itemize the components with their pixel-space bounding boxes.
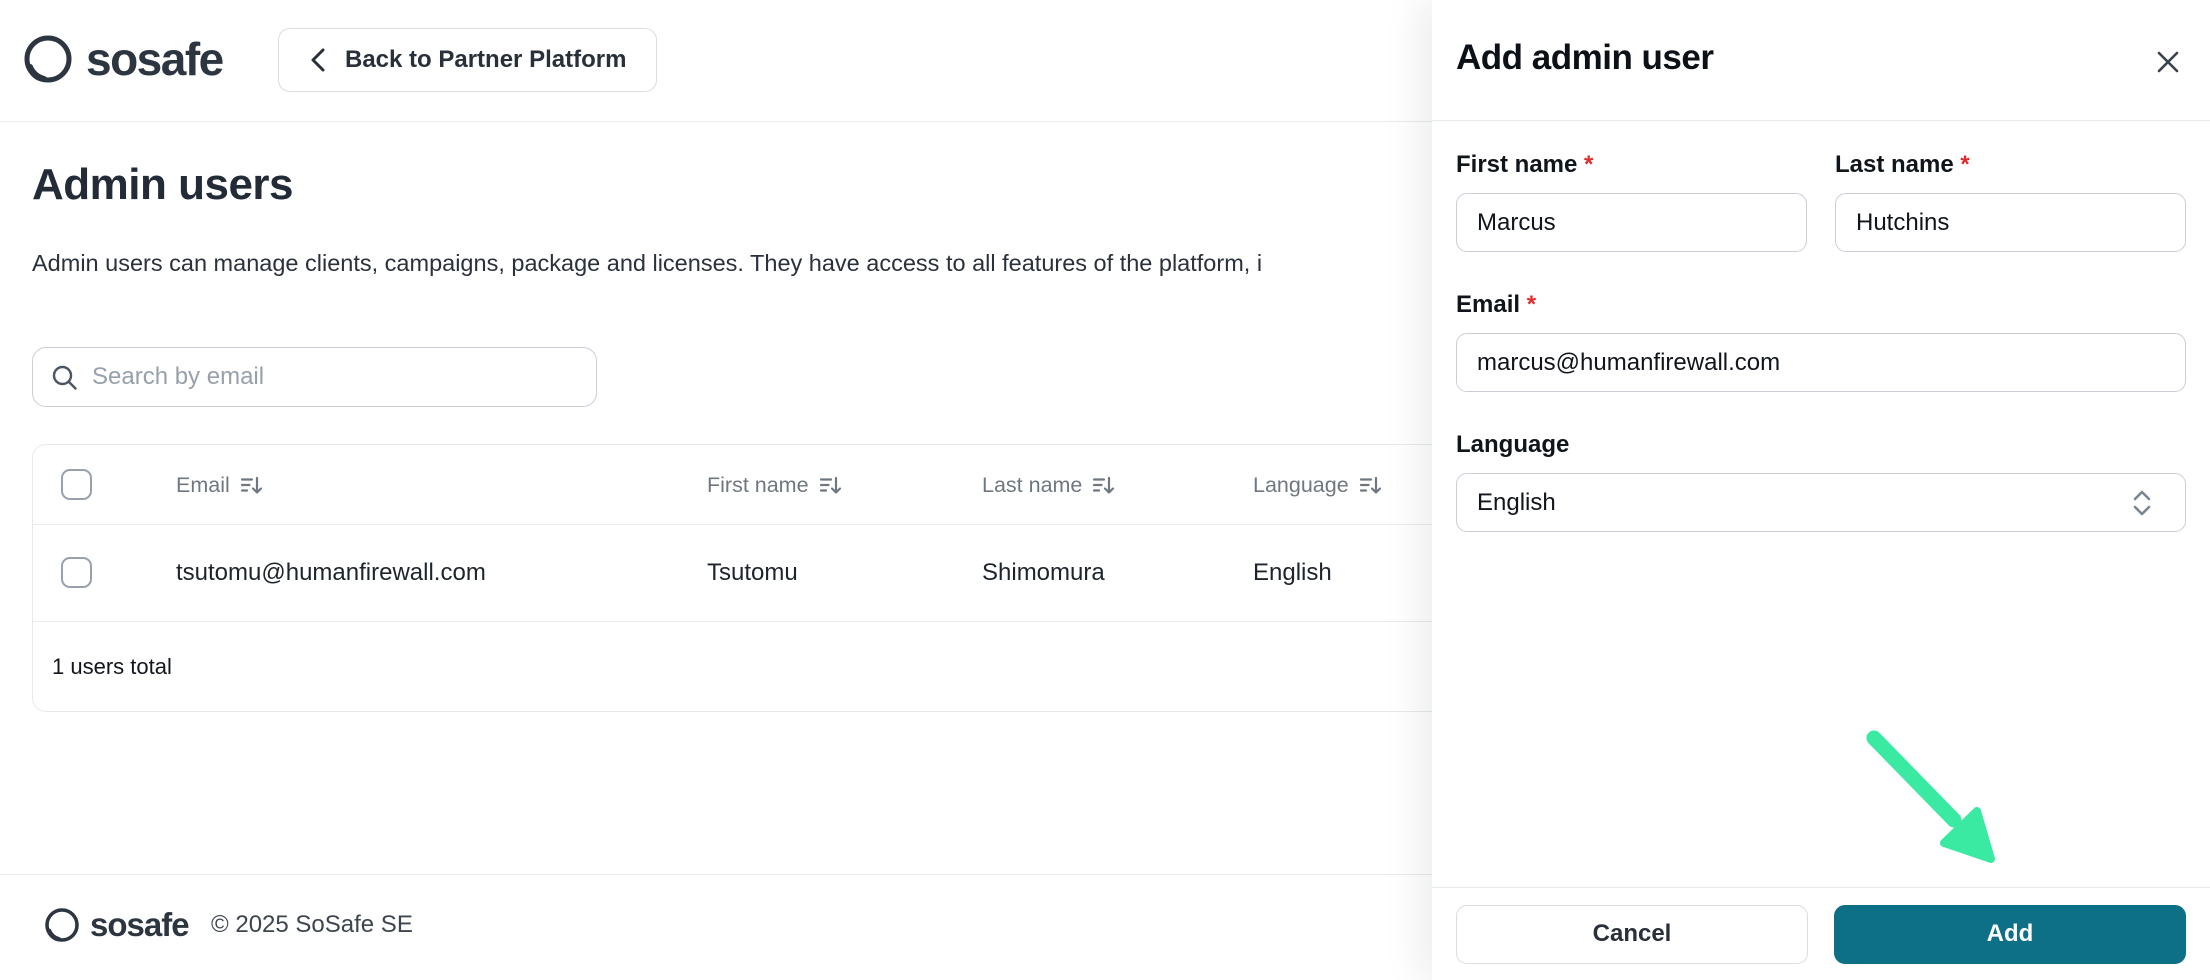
sort-icon — [240, 474, 263, 497]
column-header-first-name[interactable]: First name — [707, 445, 842, 525]
required-mark: * — [1584, 151, 1593, 178]
add-button[interactable]: Add — [1834, 905, 2186, 964]
last-name-field-group: Last name * — [1835, 151, 2186, 252]
search-icon — [51, 364, 78, 391]
add-admin-user-panel: Add admin user First name * Last name * — [1432, 0, 2210, 980]
language-select[interactable]: English — [1456, 473, 2186, 532]
footer-wordmark: sosafe — [90, 906, 189, 944]
sosafe-logo: sosafe — [20, 31, 223, 87]
panel-body: First name * Last name * Email * — [1432, 121, 2210, 532]
cell-email: tsutomu@humanfirewall.com — [176, 525, 486, 621]
sort-icon — [819, 474, 842, 497]
row-checkbox[interactable] — [61, 557, 92, 588]
brand-wordmark: sosafe — [86, 32, 223, 86]
back-button-label: Back to Partner Platform — [345, 46, 626, 74]
required-mark: * — [1960, 151, 1969, 178]
last-name-label: Last name * — [1835, 151, 2186, 179]
sosafe-logo-icon — [42, 905, 82, 945]
first-name-field-group: First name * — [1456, 151, 1807, 252]
back-to-partner-platform-button[interactable]: Back to Partner Platform — [278, 28, 657, 92]
last-name-input[interactable] — [1835, 193, 2186, 252]
chevron-left-icon — [309, 46, 327, 74]
required-mark: * — [1527, 291, 1536, 318]
select-chevrons-icon — [2131, 487, 2153, 519]
panel-footer: Cancel Add — [1432, 887, 2210, 980]
search-input[interactable] — [92, 363, 578, 391]
first-name-input[interactable] — [1456, 193, 1807, 252]
page-description: Admin users can manage clients, campaign… — [32, 250, 1428, 277]
footer-sosafe-logo: sosafe — [42, 905, 189, 945]
page-title: Admin users — [32, 160, 293, 210]
cancel-button[interactable]: Cancel — [1456, 905, 1808, 964]
users-total-label: 1 users total — [52, 654, 172, 680]
sosafe-logo-icon — [20, 31, 76, 87]
email-field-group: Email * — [1456, 291, 2186, 392]
panel-title: Add admin user — [1456, 38, 1713, 78]
language-field-group: Language English — [1456, 431, 2186, 532]
close-icon — [2153, 47, 2183, 77]
select-all-checkbox[interactable] — [61, 469, 92, 500]
cell-language: English — [1253, 525, 1332, 621]
cell-first-name: Tsutomu — [707, 525, 798, 621]
column-header-last-name[interactable]: Last name — [982, 445, 1115, 525]
cell-last-name: Shimomura — [982, 525, 1105, 621]
column-header-language[interactable]: Language — [1253, 445, 1382, 525]
column-header-email[interactable]: Email — [176, 445, 263, 525]
close-button[interactable] — [2150, 44, 2186, 80]
first-name-label: First name * — [1456, 151, 1807, 179]
email-input[interactable] — [1456, 333, 2186, 392]
panel-header: Add admin user — [1432, 0, 2210, 121]
sort-icon — [1359, 474, 1382, 497]
search-box — [32, 347, 597, 407]
email-label: Email * — [1456, 291, 2186, 319]
language-selected-value: English — [1477, 489, 1556, 517]
sort-icon — [1092, 474, 1115, 497]
language-label: Language — [1456, 431, 2186, 459]
copyright-text: © 2025 SoSafe SE — [211, 911, 413, 939]
